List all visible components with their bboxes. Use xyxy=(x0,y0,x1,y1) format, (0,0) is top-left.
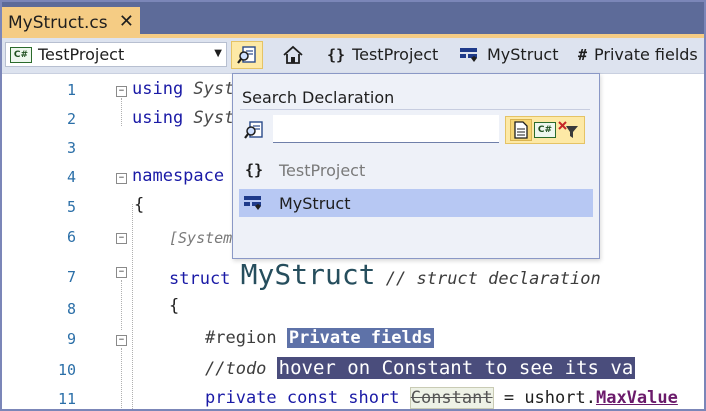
collapse-toggle[interactable]: − xyxy=(116,173,127,184)
breadcrumb-region[interactable]: # Private fields xyxy=(578,45,698,64)
csharp-project-icon: C# xyxy=(10,46,32,63)
filter-toolbar: C# xyxy=(505,116,585,144)
code-line-4: namespace xyxy=(132,166,224,186)
csharp-filter-button[interactable]: C# xyxy=(534,119,556,141)
search-declaration-icon xyxy=(237,46,256,64)
result-label: MyStruct xyxy=(279,193,351,213)
document-icon xyxy=(514,121,528,139)
line-number: 8 xyxy=(66,300,76,318)
member-reference[interactable]: MaxValue xyxy=(596,388,678,408)
line-number: 6 xyxy=(66,228,76,246)
code-line-11: private const short Constant = ushort.Ma… xyxy=(205,387,678,409)
result-item-struct[interactable]: MyStruct xyxy=(239,189,593,217)
collapse-toggle[interactable]: − xyxy=(116,267,127,278)
document-filter-button[interactable] xyxy=(510,119,532,141)
result-item-namespace[interactable]: {} TestProject xyxy=(239,156,593,184)
dropdown-arrow-icon: ▼ xyxy=(214,48,222,59)
collapse-toggle[interactable]: − xyxy=(116,86,127,97)
search-input[interactable] xyxy=(273,115,499,143)
line-number: 2 xyxy=(66,110,76,128)
navigation-bar: C# TestProject ▼ {} TestProject MyStruct… xyxy=(2,38,704,74)
brace: { xyxy=(134,195,145,215)
breadcrumb-struct[interactable]: MyStruct xyxy=(459,45,559,64)
keyword: private const short xyxy=(205,388,400,408)
keyword: struct xyxy=(169,269,231,289)
tab-strip: MyStruct.cs ✕ xyxy=(2,2,704,38)
line-number: 1 xyxy=(66,81,76,99)
region-directive: #region xyxy=(205,328,277,348)
constant-name[interactable]: Constant xyxy=(409,387,494,409)
home-icon xyxy=(283,45,303,64)
breadcrumb-namespace-label: TestProject xyxy=(352,45,439,64)
comment: // struct declaration xyxy=(385,269,601,289)
line-number: 5 xyxy=(66,198,76,216)
popup-title: Search Declaration xyxy=(242,88,395,107)
namespace-icon: {} xyxy=(244,161,264,179)
fold-guide xyxy=(121,348,122,408)
code-line-5: { xyxy=(134,195,144,215)
region-hash-icon: # xyxy=(578,45,588,64)
code-line-6: [System xyxy=(169,228,232,248)
line-number: 11 xyxy=(57,390,76,408)
line-number: 3 xyxy=(66,139,76,157)
brace: { xyxy=(169,296,180,316)
code-text: Syst xyxy=(183,79,235,99)
keyword: using xyxy=(132,79,184,99)
code-line-9: #region Private fields xyxy=(205,328,435,348)
file-tab[interactable]: MyStruct.cs ✕ xyxy=(2,7,140,38)
fold-guide xyxy=(121,280,122,330)
line-number: 4 xyxy=(66,168,76,186)
breadcrumb-namespace[interactable]: {} TestProject xyxy=(327,45,438,64)
code-line-7: struct MyStruct // struct declaration xyxy=(169,258,601,291)
code-line-8: { xyxy=(169,296,179,316)
file-tab-title: MyStruct.cs xyxy=(8,12,108,33)
csharp-icon: C# xyxy=(534,122,556,138)
divider xyxy=(240,109,590,110)
clear-filter-icon xyxy=(558,121,578,138)
struct-name: MyStruct xyxy=(240,258,376,291)
struct-icon xyxy=(460,47,477,62)
keyword: using xyxy=(132,108,184,128)
home-button[interactable] xyxy=(277,41,309,69)
namespace-icon: {} xyxy=(327,45,346,64)
collapse-toggle[interactable]: − xyxy=(116,233,127,244)
line-number: 9 xyxy=(66,330,76,348)
project-dropdown[interactable]: C# TestProject ▼ xyxy=(5,42,227,67)
region-label: Private fields xyxy=(286,328,435,348)
code-line-2: using Syst xyxy=(132,108,234,128)
code-text: = ushort. xyxy=(493,388,596,408)
collapse-toggle[interactable]: − xyxy=(116,335,127,346)
code-line-1: using Syst xyxy=(132,79,234,99)
clear-filter-button[interactable] xyxy=(558,119,580,141)
result-label: TestProject xyxy=(279,160,366,180)
editor-window: MyStruct.cs ✕ C# TestProject ▼ {} TestPr… xyxy=(2,2,704,409)
fold-guide xyxy=(121,98,122,126)
close-tab-icon[interactable]: ✕ xyxy=(119,11,134,32)
code-line-10: //todo hover on Constant to see its va xyxy=(205,357,636,379)
search-icon xyxy=(242,119,266,141)
struct-icon xyxy=(243,194,265,212)
attribute: [System xyxy=(169,229,233,247)
todo-comment: hover on Constant to see its va xyxy=(276,357,636,379)
code-text: Syst xyxy=(183,108,235,128)
indent-guide xyxy=(132,204,133,409)
todo-marker: //todo xyxy=(205,359,267,379)
keyword: namespace xyxy=(132,166,225,186)
breadcrumb-struct-label: MyStruct xyxy=(487,45,559,64)
search-declaration-button[interactable] xyxy=(231,41,263,69)
line-number: 7 xyxy=(66,268,76,286)
line-number: 10 xyxy=(57,361,76,379)
breadcrumb-region-label: Private fields xyxy=(594,45,698,64)
search-declaration-popup: Search Declaration C# {} TestProject MyS… xyxy=(232,73,600,259)
project-dropdown-label: TestProject xyxy=(38,45,125,64)
